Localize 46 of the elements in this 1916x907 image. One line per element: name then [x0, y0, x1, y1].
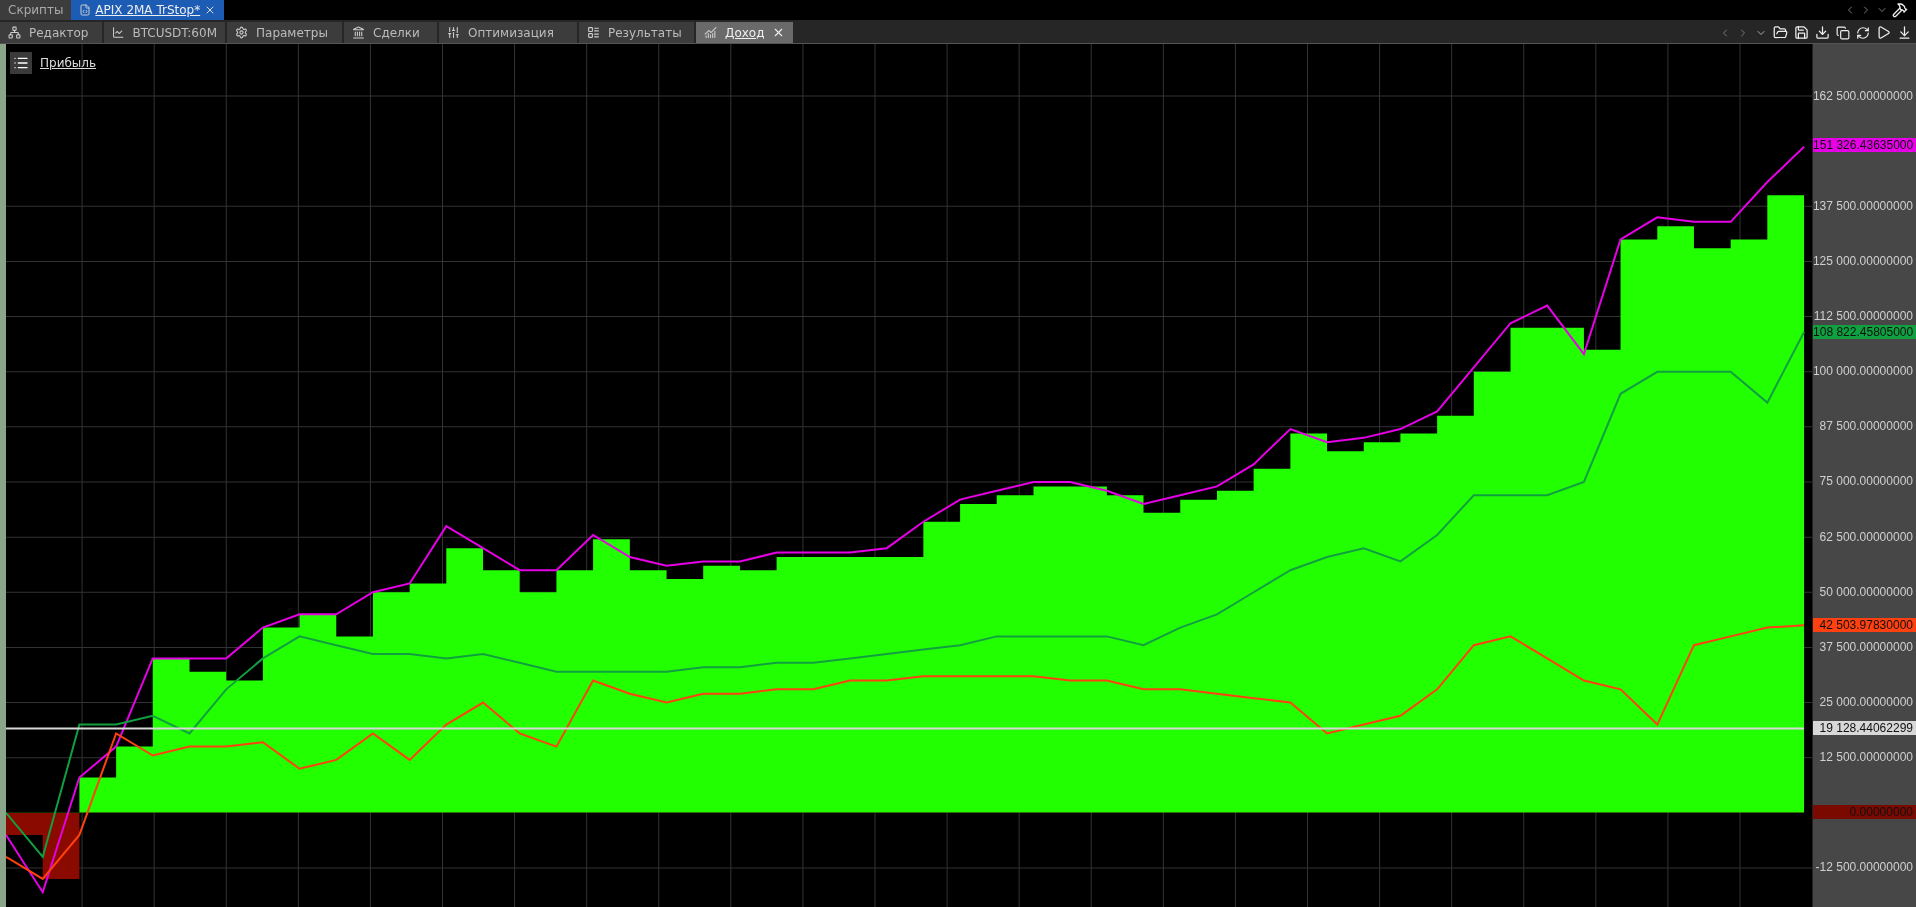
tools-icon[interactable]	[1892, 2, 1908, 18]
download-icon[interactable]	[1815, 25, 1830, 40]
value-marker: 108 822.45805000	[1813, 325, 1916, 340]
axis-label: 162 500.00000000	[1812, 89, 1913, 103]
list-icon	[13, 55, 29, 71]
legend-menu-button[interactable]	[10, 52, 32, 74]
axis-label: 37 500.00000000	[1819, 639, 1913, 654]
script-tab[interactable]: Скрипты	[0, 0, 72, 20]
tab[interactable]: Редактор	[0, 22, 102, 43]
play-icon[interactable]	[1876, 25, 1891, 40]
chart-icon	[704, 26, 717, 39]
value-marker: 42 503.97830000	[1813, 617, 1916, 632]
axis-label: 50 000.00000000	[1819, 584, 1913, 599]
axis-label: 87 500.00000000	[1819, 419, 1913, 434]
tab[interactable]: Результаты	[579, 22, 694, 43]
step-icon[interactable]	[1897, 25, 1912, 40]
axis-label: 100 000.00000000	[1812, 364, 1913, 379]
axis-label: 62 500.00000000	[1819, 529, 1913, 544]
axis-label: 12 500.00000000	[1819, 749, 1913, 764]
sliders-icon	[447, 26, 460, 39]
tab[interactable]: Оптимизация	[439, 22, 577, 43]
copy-icon[interactable]	[1836, 25, 1850, 40]
axis-label: 25 000.00000000	[1819, 694, 1913, 709]
list-icon	[587, 26, 600, 39]
script-icon	[79, 4, 92, 16]
folder-icon[interactable]	[1773, 25, 1788, 40]
script-tab[interactable]: APIX 2MA TrStop*	[71, 0, 225, 20]
network-icon	[8, 26, 21, 39]
value-marker: 19 128.44062299	[1813, 720, 1916, 735]
tab[interactable]: Доход	[696, 22, 794, 43]
tab[interactable]: BTCUSDT:60M	[104, 22, 225, 43]
chart-icon	[112, 26, 125, 39]
axis-label: 112 500.00000000	[1813, 309, 1913, 324]
value-marker: 151 326.43635000	[1813, 138, 1916, 153]
refresh-icon[interactable]	[1856, 25, 1870, 40]
axis-label: 125 000.00000000	[1812, 254, 1913, 269]
value-marker: 0.00000000	[1813, 804, 1916, 819]
save-icon[interactable]	[1794, 25, 1809, 40]
gear-icon	[235, 26, 248, 39]
tab[interactable]: Параметры	[227, 22, 342, 43]
legend-link[interactable]: Прибыль	[40, 54, 97, 72]
axis-label: 75 000.00000000	[1819, 474, 1913, 489]
tab[interactable]: Сделки	[344, 22, 437, 43]
axis-label: 137 500.00000000	[1812, 199, 1913, 214]
bank-icon	[352, 26, 365, 39]
axis-label: -12 500.00000000	[1815, 860, 1913, 874]
